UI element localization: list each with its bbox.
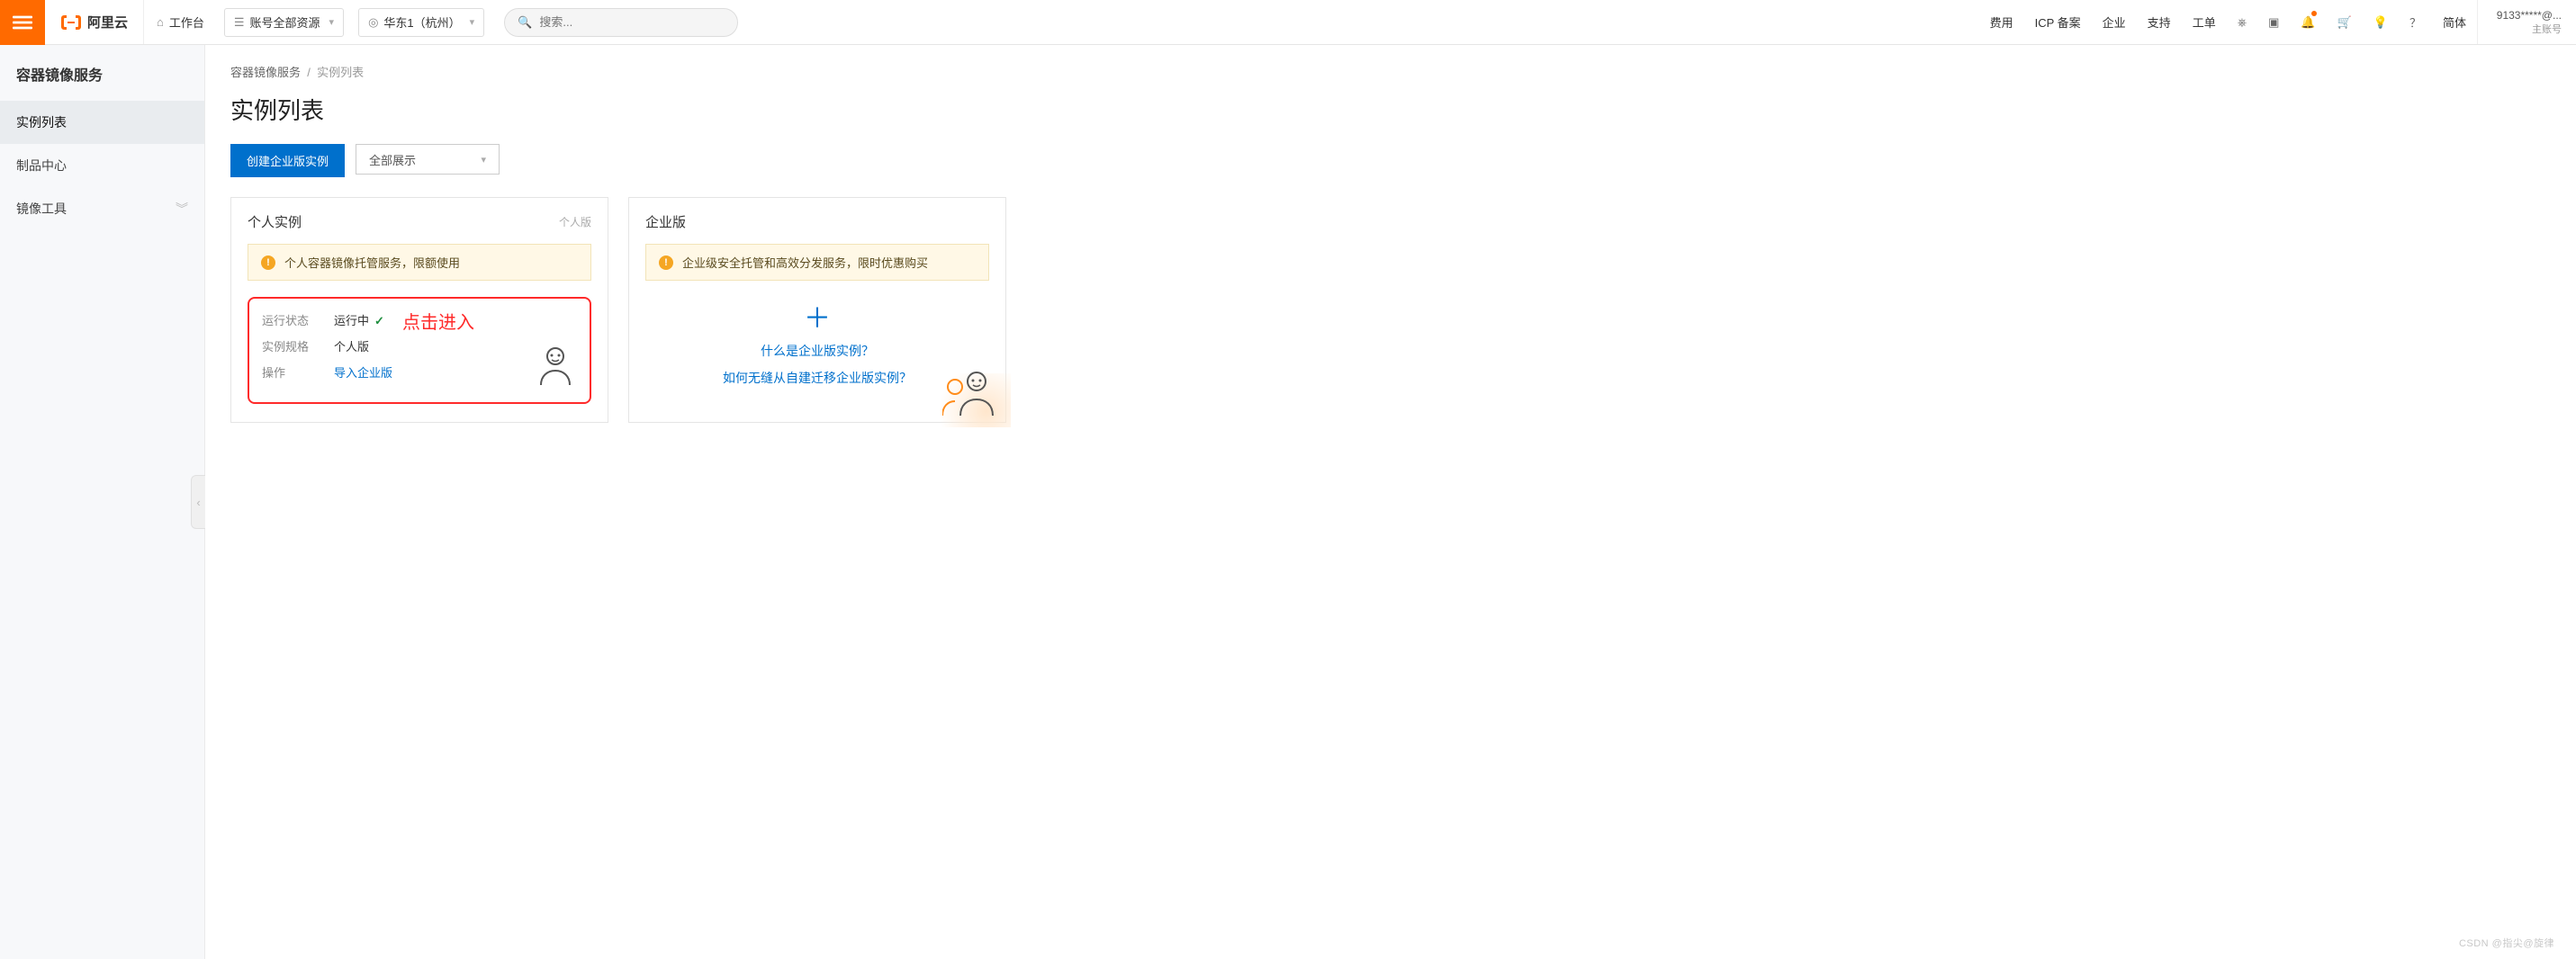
notification-dot [2311,11,2317,16]
shell: 容器镜像服务 实例列表 制品中心 镜像工具 ︾ ‹ 容器镜像服务 / 实例列表 … [0,45,2576,959]
sidebar-item-image-tools[interactable]: 镜像工具 ︾ [0,187,204,230]
home-icon: ⌂ [157,15,164,29]
lang-label: 简体 [2443,13,2466,31]
nav-enterprise[interactable]: 企业 [2092,0,2137,44]
account-menu[interactable]: 9133*****@... 主账号 [2477,0,2576,44]
what-is-enterprise-link[interactable]: 什么是企业版实例？ [645,342,989,360]
top-header: 阿里云 ⌂ 工作台 ☰ 账号全部资源 ▾ ◎ 华东1（杭州） ▾ 🔍 费用 IC… [0,0,2576,45]
chevron-down-icon: ▾ [329,16,335,28]
account-id: 9133*****@... [2497,9,2562,22]
create-enterprise-instance-button[interactable]: 创建企业版实例 [230,144,345,177]
sidebar-item-label: 制品中心 [16,157,67,175]
workspace-link[interactable]: ⌂ 工作台 [144,0,217,44]
sidebar-item-instances[interactable]: 实例列表 [0,101,204,144]
main-content: 容器镜像服务 / 实例列表 实例列表 创建企业版实例 全部展示 ▾ 个人实例 个… [205,45,2576,959]
person-decor-icon [537,345,573,390]
resource-dropdown[interactable]: ☰ 账号全部资源 ▾ [224,8,344,37]
spec-value: 个人版 [334,337,369,354]
workspace-label: 工作台 [169,13,204,31]
filter-dropdown[interactable]: 全部展示 ▾ [356,144,500,175]
region-label: 华东1（杭州） [383,13,460,31]
aliyun-logo-icon [60,12,82,33]
nav-ticket-label: 工单 [2193,13,2216,31]
nav-icp[interactable]: ICP 备案 [2024,0,2092,44]
region-dropdown[interactable]: ◎ 华东1（杭州） ▾ [358,8,484,37]
people-decor-icon [942,365,998,420]
tips-icon[interactable]: 💡 [2363,0,2399,44]
card-title: 企业版 [645,212,686,231]
sidebar: 容器镜像服务 实例列表 制品中心 镜像工具 ︾ ‹ [0,45,205,959]
card-header: 个人实例 个人版 [248,212,591,231]
watermark: CSDN @指尖@旋律 [2459,936,2554,950]
header-right: 费用 ICP 备案 企业 支持 工单 ⎈ ▣ 🔔 🛒 💡 ？ 简体 9133**… [1979,0,2576,44]
brand-logo[interactable]: 阿里云 [45,0,144,44]
banner-text: 个人容器镜像托管服务，限额使用 [284,254,460,271]
personal-instance-card: 个人实例 个人版 ! 个人容器镜像托管服务，限额使用 运行状态 运行中 ✓ 实例规… [230,197,608,423]
card-tag: 个人版 [559,214,591,229]
info-banner: ! 企业级安全托管和高效分发服务，限时优惠购买 [645,244,989,281]
info-banner: ! 个人容器镜像托管服务，限额使用 [248,244,591,281]
check-icon: ✓ [374,314,384,327]
banner-text: 企业级安全托管和高效分发服务，限时优惠购买 [682,254,928,271]
search-icon: 🔍 [518,15,532,30]
terminal-icon[interactable]: ▣ [2257,0,2290,44]
chevron-down-icon: ▾ [470,16,475,28]
breadcrumb-current: 实例列表 [317,66,364,79]
spec-row: 实例规格 个人版 [262,337,577,354]
action-row: 操作 导入企业版 [262,363,577,381]
row-label: 运行状态 [262,311,334,328]
status-text: 运行中 [334,314,369,327]
filter-label: 全部展示 [369,151,416,168]
nav-support-label: 支持 [2148,13,2171,31]
nav-support[interactable]: 支持 [2137,0,2182,44]
sidebar-title: 容器镜像服务 [0,45,204,101]
personal-instance-entry[interactable]: 运行状态 运行中 ✓ 实例规格 个人版 操作 导入企业版 点击进入 [248,297,591,404]
cart-icon[interactable]: 🛒 [2327,0,2363,44]
toolbar: 创建企业版实例 全部展示 ▾ [230,144,2551,177]
nav-ticket[interactable]: 工单 [2182,0,2227,44]
sidebar-item-label: 镜像工具 [16,200,67,218]
menu-icon [13,13,32,32]
brand-name: 阿里云 [87,13,128,31]
enterprise-card: 企业版 ! 企业级安全托管和高效分发服务，限时优惠购买 ＋ 什么是企业版实例？ … [628,197,1006,423]
chevron-down-icon: ︾ [176,200,188,218]
sidebar-item-label: 实例列表 [16,113,67,131]
resource-icon: ☰ [234,15,245,30]
nav-fee[interactable]: 费用 [1979,0,2024,44]
lang-switch[interactable]: 简体 [2432,0,2477,44]
notification-icon[interactable]: 🔔 [2290,0,2326,44]
nav-icp-label: ICP 备案 [2035,13,2081,31]
page-title: 实例列表 [230,93,2551,126]
status-value: 运行中 ✓ [334,311,384,328]
row-label: 实例规格 [262,337,334,354]
enterprise-body: ＋ 什么是企业版实例？ 如何无缝从自建迁移企业版实例？ [645,297,989,401]
account-type: 主账号 [2532,22,2562,36]
row-label: 操作 [262,363,334,381]
cloud-shell-icon[interactable]: ⎈ [2227,0,2257,44]
nav-enterprise-label: 企业 [2103,13,2126,31]
breadcrumb-root[interactable]: 容器镜像服务 [230,66,301,79]
annotation-click-enter: 点击进入 [402,308,474,334]
sidebar-collapse-handle[interactable]: ‹ [191,475,205,529]
search-input[interactable] [539,15,725,29]
search-box[interactable]: 🔍 [504,8,738,37]
add-instance-icon[interactable]: ＋ [645,306,989,333]
hamburger-menu[interactable] [0,0,45,45]
warning-icon: ! [659,255,673,270]
breadcrumb: 容器镜像服务 / 实例列表 [230,63,2551,80]
migrate-enterprise-link[interactable]: 如何无缝从自建迁移企业版实例？ [645,369,989,387]
nav-fee-label: 费用 [1990,13,2013,31]
location-icon: ◎ [368,15,378,30]
instance-cards: 个人实例 个人版 ! 个人容器镜像托管服务，限额使用 运行状态 运行中 ✓ 实例规… [230,197,2551,423]
help-icon[interactable]: ？ [2399,0,2432,44]
sidebar-item-artifacts[interactable]: 制品中心 [0,144,204,187]
resource-label: 账号全部资源 [250,13,320,31]
import-enterprise-link[interactable]: 导入企业版 [334,363,392,381]
chevron-down-icon: ▾ [481,154,486,166]
card-title: 个人实例 [248,212,302,231]
card-header: 企业版 [645,212,989,231]
warning-icon: ! [261,255,275,270]
